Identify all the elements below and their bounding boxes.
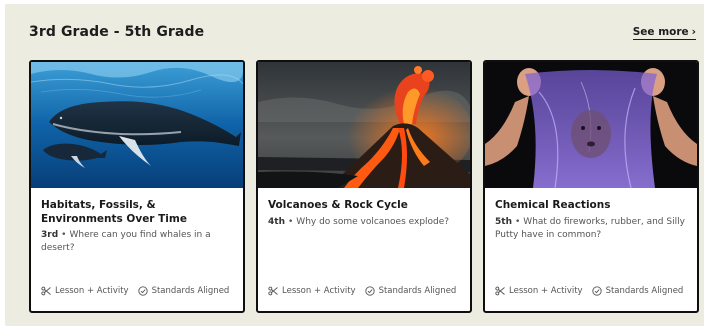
grade-label: 4th — [268, 216, 285, 227]
scissors-icon — [268, 286, 278, 296]
card-body: Volcanoes & Rock Cycle 4th • Why do some v… — [268, 199, 460, 229]
section-header: 3rd Grade - 5th Grade See more › — [29, 24, 704, 48]
card-question: Why do some volcanoes explode? — [296, 216, 450, 227]
lesson-card-volcanoes[interactable]: Volcanoes & Rock Cycle 4th • Why do some v… — [256, 60, 472, 313]
card-title: Volcanoes & Rock Cycle — [268, 199, 408, 211]
tag-standards-aligned: Standards Aligned — [591, 286, 684, 296]
see-more-link[interactable]: See more › — [632, 26, 696, 40]
tag-standards-aligned: Standards Aligned — [364, 286, 457, 296]
grade-label: 3rd — [41, 230, 59, 240]
card-image-whales — [31, 62, 243, 188]
grade-label: 5th — [495, 216, 512, 227]
grade-section-panel: 3rd Grade - 5th Grade See more › Habitat… — [5, 4, 704, 326]
card-question: Where can you find whales in a desert? — [41, 230, 211, 253]
lesson-card-chemical-reactions[interactable]: Chemical Reactions 5th • What do fireworks… — [483, 60, 699, 313]
scissors-icon — [41, 286, 51, 296]
see-more-label: See more — [632, 26, 689, 38]
tag-lesson-activity: Lesson + Activity — [495, 286, 583, 296]
check-circle-icon — [591, 286, 602, 296]
card-description: 4th • Why do some volcanoes explode? — [268, 216, 460, 229]
card-footer: Lesson + Activity Standards Aligned — [495, 285, 689, 297]
card-description: 5th • What do fireworks, rubber, and Silly… — [495, 216, 687, 242]
card-question: What do fireworks, rubber, and Silly Put… — [495, 216, 685, 240]
check-circle-icon — [364, 286, 375, 296]
scissors-icon — [495, 286, 505, 296]
chevron-right-icon: › — [691, 26, 696, 38]
tag-label: Lesson + Activity — [55, 286, 129, 296]
tag-label: Standards Aligned — [605, 286, 684, 296]
card-description: 3rd • Where can you find whales in a deser… — [41, 229, 233, 255]
card-image-volcano — [258, 62, 470, 188]
card-image-slime — [485, 62, 697, 188]
tag-label: Standards Aligned — [151, 286, 230, 296]
separator-dot: • — [61, 230, 67, 240]
tag-label: Standards Aligned — [378, 286, 457, 296]
card-footer: Lesson + Activity Standards Aligned — [41, 285, 235, 297]
tag-lesson-activity: Lesson + Activity — [268, 286, 356, 296]
separator-dot: • — [287, 216, 294, 227]
tag-lesson-activity: Lesson + Activity — [41, 286, 129, 296]
tag-label: Lesson + Activity — [282, 286, 356, 296]
volcano-illustration — [258, 62, 470, 188]
lesson-card-habitats[interactable]: Habitats, Fossils, & Environments Over T… — [29, 60, 245, 313]
tag-standards-aligned: Standards Aligned — [137, 286, 230, 296]
card-footer: Lesson + Activity Standards Aligned — [268, 285, 462, 297]
separator-dot: • — [514, 216, 521, 227]
tag-label: Lesson + Activity — [509, 286, 583, 296]
card-body: Chemical Reactions 5th • What do fireworks… — [495, 199, 687, 242]
card-title: Habitats, Fossils, & Environments Over T… — [41, 199, 187, 225]
check-circle-icon — [137, 286, 148, 296]
section-title: 3rd Grade - 5th Grade — [29, 24, 205, 40]
whales-illustration — [31, 62, 243, 188]
slime-illustration — [485, 62, 697, 188]
card-body: Habitats, Fossils, & Environments Over T… — [41, 199, 233, 255]
card-title: Chemical Reactions — [495, 199, 611, 211]
